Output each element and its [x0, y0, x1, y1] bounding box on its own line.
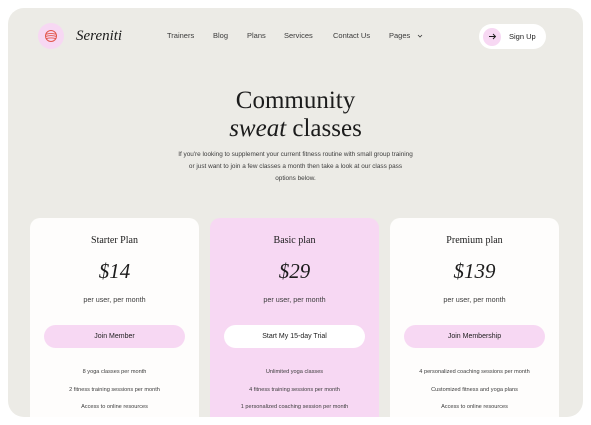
plan-billing-note: per user, per month — [263, 295, 326, 304]
brand-name[interactable]: Sereniti — [76, 28, 122, 45]
join-member-button[interactable]: Join Member — [44, 325, 185, 348]
nav-item-services[interactable]: Services — [284, 31, 313, 40]
plan-features: Unlimited yoga classes 4 fitness trainin… — [210, 367, 379, 417]
hero-title-rest: classes — [286, 115, 362, 142]
plan-feature: Access to online resources — [441, 404, 508, 410]
join-membership-button[interactable]: Join Membership — [404, 325, 545, 348]
plan-feature: 8 yoga classes per month — [82, 369, 147, 375]
plan-feature: 4 personalized coaching sessions per mon… — [419, 369, 530, 375]
plan-feature: Unlimited yoga classes — [265, 369, 324, 375]
hero-subtitle: If you're looking to supplement your cur… — [178, 151, 413, 182]
plan-price: $14 — [98, 259, 131, 283]
chevron-down-icon — [417, 34, 423, 38]
signup-arrow-badge — [483, 27, 501, 46]
plan-card-basic: Basic plan $29 per user, per month Start… — [210, 218, 379, 417]
sign-up-label: Sign Up — [509, 32, 536, 41]
plan-card-starter: Starter Plan $14 per user, per month Joi… — [30, 218, 199, 417]
plan-feature: 1 personalized coaching session per mont… — [240, 404, 349, 410]
plan-features: 4 personalized coaching sessions per mon… — [390, 367, 559, 417]
nav-item-pages-label: Pages — [389, 31, 411, 40]
yarn-ball-icon — [45, 30, 57, 42]
nav-item-contact-us[interactable]: Contact Us — [333, 31, 370, 40]
hero-title-line1: Community — [235, 87, 356, 114]
plan-feature: 4 fitness training sessions per month — [249, 386, 340, 393]
nav-item-trainers[interactable]: Trainers — [167, 31, 194, 40]
nav-item-blog[interactable]: Blog — [213, 31, 228, 40]
page: Sereniti Trainers Blog Plans Services Co… — [8, 8, 583, 417]
start-trial-button[interactable]: Start My 15-day Trial — [224, 325, 365, 348]
sign-up-button[interactable]: Sign Up — [479, 24, 546, 49]
plan-name: Starter Plan — [91, 235, 138, 246]
logo-mark[interactable] — [38, 23, 64, 49]
plan-feature: Access to online resources — [81, 404, 148, 410]
plan-name: Basic plan — [273, 235, 316, 246]
plan-features: 8 yoga classes per month 2 fitness train… — [30, 367, 199, 417]
nav-item-plans[interactable]: Plans — [247, 31, 266, 40]
nav-item-pages[interactable]: Pages — [389, 31, 423, 40]
plan-price: $139 — [453, 259, 496, 283]
plan-price: $29 — [278, 259, 311, 283]
plan-billing-note: per user, per month — [443, 295, 506, 304]
plan-feature: Customized fitness and yoga plans — [431, 386, 518, 393]
plan-feature: 2 fitness training sessions per month — [69, 386, 160, 393]
plan-billing-note: per user, per month — [83, 295, 146, 304]
plan-name: Premium plan — [446, 235, 503, 246]
plan-card-premium: Premium plan $139 per user, per month Jo… — [390, 218, 559, 417]
hero-title-line2: sweat classes — [8, 115, 583, 143]
hero-title-italic: sweat — [229, 115, 287, 142]
arrow-right-icon — [488, 33, 496, 40]
